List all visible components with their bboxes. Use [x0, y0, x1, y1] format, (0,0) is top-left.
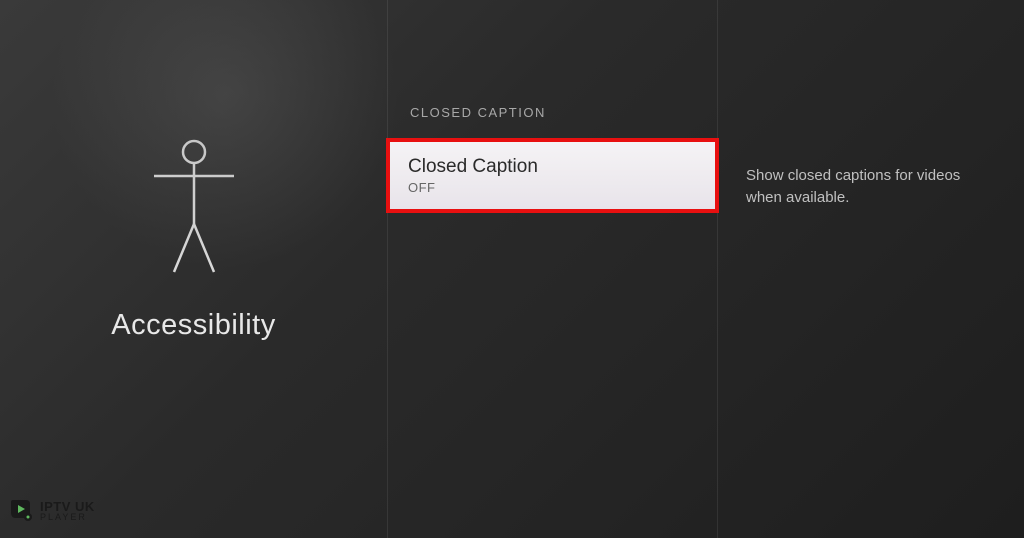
category-panel: Accessibility	[0, 0, 388, 538]
description-panel: Show closed captions for videos when ava…	[718, 0, 1024, 538]
accessibility-icon	[139, 136, 249, 281]
watermark-logo: IPTV UK PLAYER	[8, 498, 95, 524]
closed-caption-item[interactable]: Closed Caption OFF	[386, 138, 719, 213]
play-icon	[8, 498, 34, 524]
setting-description: Show closed captions for videos when ava…	[746, 165, 994, 209]
menu-item-value: OFF	[408, 180, 697, 195]
category-title: Accessibility	[111, 309, 275, 342]
section-header: CLOSED CAPTION	[388, 105, 717, 120]
menu-item-title: Closed Caption	[408, 156, 697, 178]
settings-list-panel: CLOSED CAPTION Closed Caption OFF	[388, 0, 718, 538]
watermark-text: IPTV UK PLAYER	[40, 501, 95, 522]
